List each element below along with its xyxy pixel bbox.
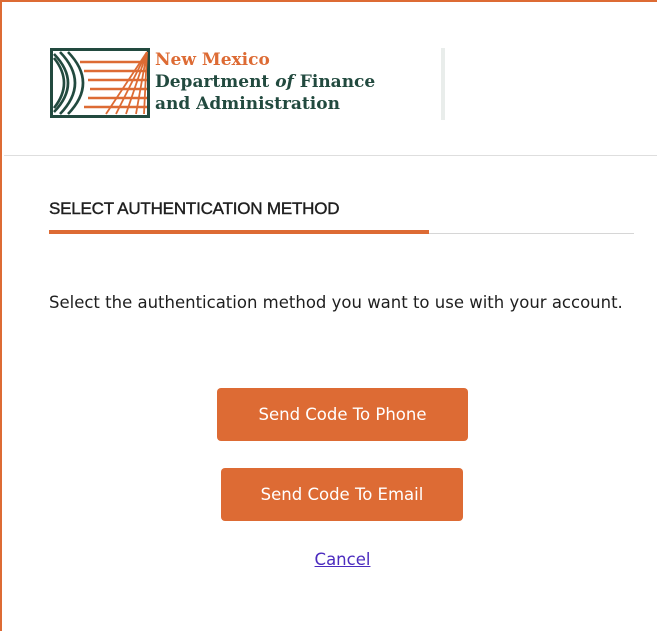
section-title-accent-underline	[49, 230, 429, 234]
organization-name-line3: and Administration	[155, 94, 340, 114]
header: New Mexico Department of Finance and Adm…	[4, 4, 657, 156]
send-code-to-phone-button[interactable]: Send Code To Phone	[217, 388, 468, 441]
cancel-link[interactable]: Cancel	[2, 550, 657, 569]
send-code-to-email-button[interactable]: Send Code To Email	[221, 468, 463, 521]
organization-name-line2: Department of Finance	[155, 71, 375, 93]
organization-name-line1: New Mexico	[155, 50, 270, 70]
organization-name: New Mexico Department of Finance and Adm…	[155, 49, 375, 115]
instructions-text: Select the authentication method you wan…	[49, 293, 623, 312]
organization-name-line2-suffix: Finance	[293, 72, 376, 92]
organization-name-line2-italic: of	[275, 72, 294, 92]
page-frame: New Mexico Department of Finance and Adm…	[0, 0, 657, 631]
organization-name-line2-prefix: Department	[155, 72, 276, 92]
section-title: SELECT AUTHENTICATION METHOD	[49, 199, 340, 218]
nm-dfa-sunrise-logo-icon	[50, 48, 150, 118]
header-divider	[441, 48, 445, 120]
